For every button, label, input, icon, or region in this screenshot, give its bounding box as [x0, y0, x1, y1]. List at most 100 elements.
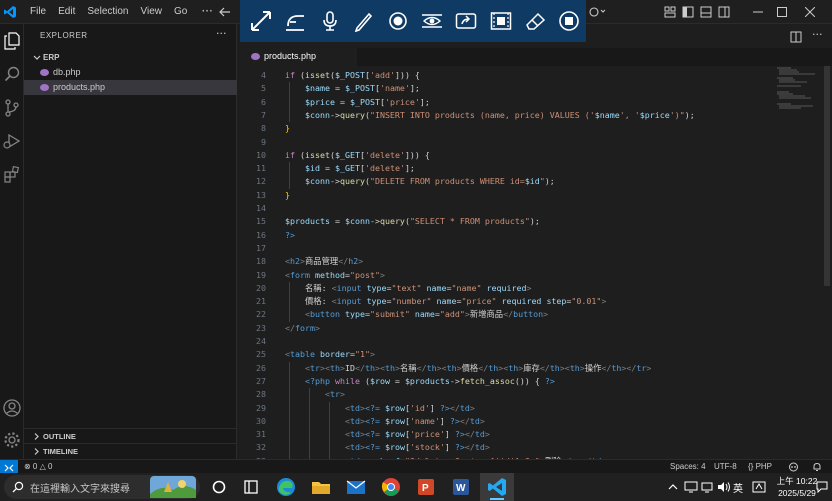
eraser-button[interactable]: [518, 0, 552, 42]
task-view-icon[interactable]: [208, 476, 230, 498]
ime-indicator[interactable]: 英: [733, 480, 743, 495]
remote-button[interactable]: [0, 460, 18, 474]
display-icon[interactable]: [684, 481, 698, 493]
code-line[interactable]: 4 if (isset($_POST['add'])) {: [237, 69, 772, 82]
code-line[interactable]: 17: [237, 242, 772, 255]
maximize-button[interactable]: [768, 0, 796, 24]
film-button[interactable]: [483, 0, 517, 42]
code-line[interactable]: 31 <td><?= $row['price'] ?></td>: [237, 428, 772, 441]
problems-indicator[interactable]: ⊗ 0 △ 0: [24, 461, 52, 473]
encoding-indicator[interactable]: UTF-8: [714, 461, 737, 473]
copilot-icon[interactable]: [588, 6, 606, 18]
code-token: th: [549, 362, 560, 373]
volume-icon[interactable]: [717, 481, 731, 493]
menu-file[interactable]: File: [24, 0, 52, 24]
code-editor[interactable]: 4 if (isset($_POST['add'])) {5 $name = $_…: [237, 66, 832, 459]
code-line[interactable]: 19 <form method="post">: [237, 269, 772, 282]
code-line[interactable]: 26 <tr><th>ID</th><th>名稱</th><th>價格</th>…: [237, 362, 772, 375]
line-number: 8: [261, 123, 266, 134]
file-db-php[interactable]: db.php: [24, 65, 237, 80]
mail-icon[interactable]: [345, 476, 367, 498]
widgets-icon[interactable]: [240, 476, 262, 498]
toggle-panel-icon[interactable]: [700, 6, 712, 18]
notification-center-icon[interactable]: [816, 481, 828, 493]
code-line[interactable]: 20 名稱: <input type="text" name="name" re…: [237, 282, 772, 295]
menu-view[interactable]: View: [135, 0, 169, 24]
chrome-icon[interactable]: [380, 476, 402, 498]
code-line[interactable]: 11 $id = $_GET['delete'];: [237, 162, 772, 175]
code-line[interactable]: 32 <td><?= $row['stock'] ?></td>: [237, 441, 772, 454]
menu-selection[interactable]: Selection: [81, 0, 134, 24]
code-line[interactable]: 13}: [237, 189, 772, 202]
code-line[interactable]: 12 $conn->query("DELETE FROM products WH…: [237, 175, 772, 188]
sidebar-more-button[interactable]: ···: [216, 27, 227, 40]
manage-button[interactable]: [2, 430, 22, 450]
code-line[interactable]: 29 <td><?= $row['id'] ?></td>: [237, 402, 772, 415]
draw-pad-button[interactable]: [278, 0, 312, 42]
file-products-php[interactable]: products.php: [24, 80, 237, 95]
taskbar-search-box[interactable]: 在這裡輸入文字來搜尋: [4, 475, 200, 499]
accounts-button[interactable]: [2, 398, 22, 418]
menu-edit[interactable]: Edit: [52, 0, 81, 24]
code-line[interactable]: 14: [237, 202, 772, 215]
timeline-section[interactable]: TIMELINE: [24, 443, 237, 458]
code-line[interactable]: 9: [237, 136, 772, 149]
network-icon[interactable]: [701, 481, 715, 493]
run-debug-button[interactable]: [2, 131, 22, 151]
microphone-button[interactable]: [312, 0, 346, 42]
chevron-up-icon[interactable]: [668, 482, 678, 492]
file-explorer-icon[interactable]: [310, 476, 332, 498]
language-indicator[interactable]: {} PHP: [748, 461, 772, 473]
editor-more-button[interactable]: ···: [812, 28, 823, 42]
indentation-indicator[interactable]: Spaces: 4: [670, 461, 706, 473]
search-button[interactable]: [2, 64, 22, 84]
code-line[interactable]: 10 if (isset($_GET['delete'])) {: [237, 149, 772, 162]
record-button[interactable]: [381, 0, 415, 42]
customize-layout-icon[interactable]: [664, 6, 676, 18]
pen-button[interactable]: [347, 0, 381, 42]
code-line[interactable]: 25 <table border="1">: [237, 348, 772, 361]
code-text: <form method="post">: [285, 269, 385, 282]
folder-erp[interactable]: ERP: [24, 51, 237, 65]
outline-section[interactable]: OUTLINE: [24, 428, 237, 443]
vscode-taskbar-button[interactable]: [480, 473, 514, 501]
code-line[interactable]: 16 ?>: [237, 229, 772, 242]
share-screen-button[interactable]: [449, 0, 483, 42]
code-line[interactable]: 21 價格: <input type="number" name="price"…: [237, 295, 772, 308]
menu-more-button[interactable]: ···: [193, 0, 220, 24]
vscode-logo-icon[interactable]: [3, 5, 17, 19]
ime-mode-icon[interactable]: [752, 481, 766, 493]
expand-button[interactable]: [244, 0, 278, 42]
stop-button[interactable]: [552, 0, 586, 42]
menu-go[interactable]: Go: [168, 0, 193, 24]
minimap[interactable]: [775, 66, 820, 126]
code-line[interactable]: 24: [237, 335, 772, 348]
edge-browser-icon[interactable]: [275, 476, 297, 498]
toggle-primary-sidebar-icon[interactable]: [682, 6, 694, 18]
code-line[interactable]: 30 <td><?= $row['name'] ?></td>: [237, 415, 772, 428]
extensions-button[interactable]: [2, 165, 22, 185]
code-line[interactable]: 27 <?php while ($row = $products->fetch_…: [237, 375, 772, 388]
code-line[interactable]: 23 </form>: [237, 322, 772, 335]
notifications-bell-icon[interactable]: [812, 462, 822, 472]
code-line[interactable]: 22 <button type="submit" name="add">新增商品…: [237, 308, 772, 321]
source-control-button[interactable]: [2, 98, 22, 118]
code-line[interactable]: 5 $name = $_POST['name'];: [237, 82, 772, 95]
split-editor-icon[interactable]: [790, 30, 802, 44]
explorer-button[interactable]: [2, 31, 22, 51]
back-arrow-icon[interactable]: [218, 6, 232, 18]
tab-products-php[interactable]: products.php: [237, 48, 357, 66]
close-button[interactable]: [796, 0, 824, 24]
code-line[interactable]: 28 <tr>: [237, 388, 772, 401]
toggle-secondary-sidebar-icon[interactable]: [718, 6, 730, 18]
code-line[interactable]: 15 $products = $conn->query("SELECT * FRO…: [237, 215, 772, 228]
preview-button[interactable]: [415, 0, 449, 42]
copilot-status-icon[interactable]: [788, 462, 799, 472]
vertical-scrollbar[interactable]: [824, 66, 830, 286]
code-line[interactable]: 8}: [237, 122, 772, 135]
code-line[interactable]: 18 <h2>商品管理</h2>: [237, 255, 772, 268]
word-icon[interactable]: W: [450, 476, 472, 498]
code-line[interactable]: 7 $conn->query("INSERT INTO products (na…: [237, 109, 772, 122]
code-line[interactable]: 6 $price = $_POST['price'];: [237, 96, 772, 109]
powerpoint-icon[interactable]: P: [415, 476, 437, 498]
